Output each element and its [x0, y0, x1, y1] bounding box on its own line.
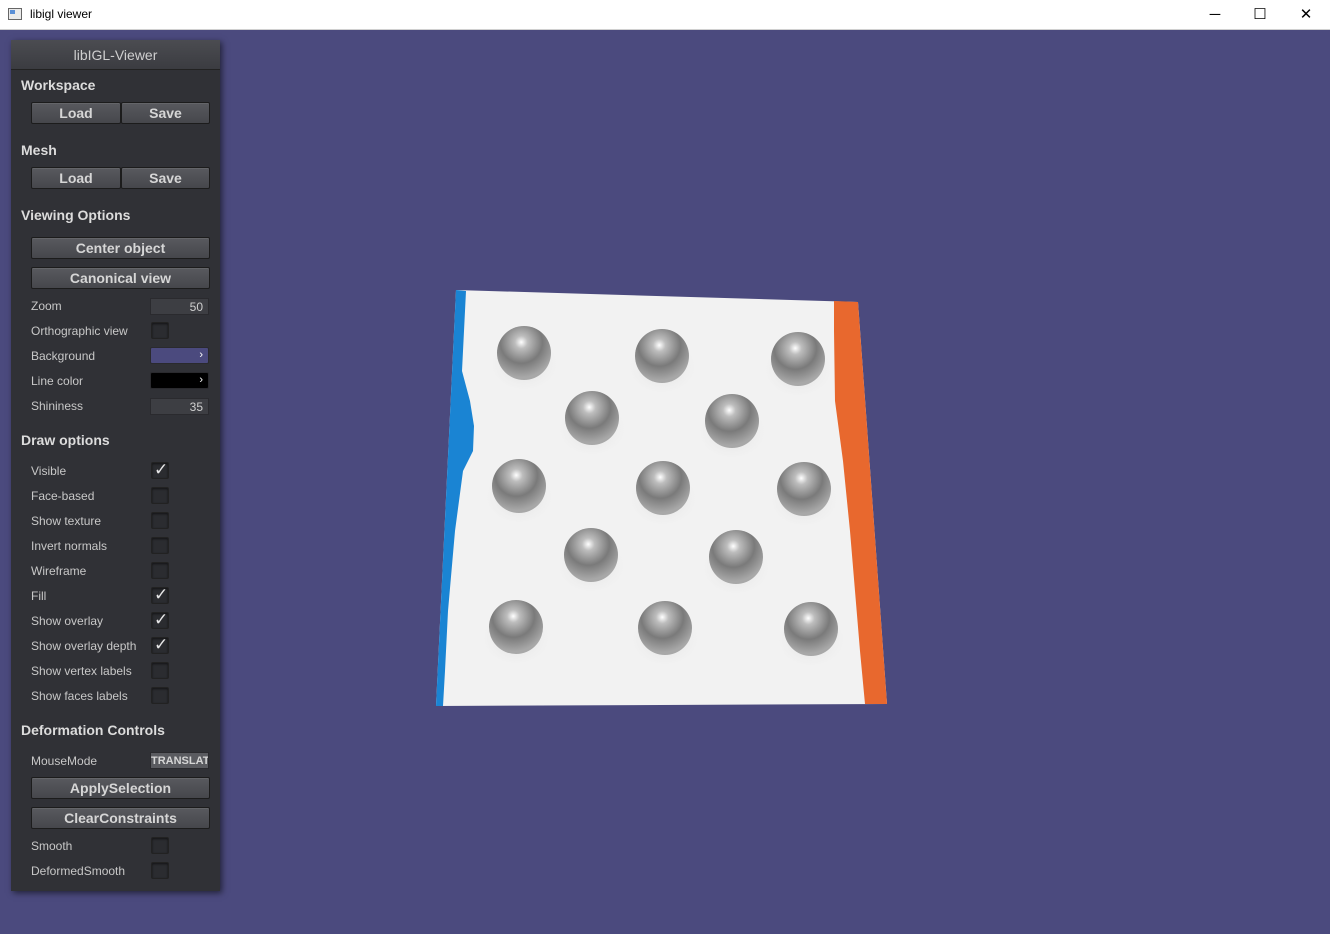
workspace-save-button[interactable]: Save: [121, 102, 210, 124]
show-texture-checkbox[interactable]: [151, 512, 169, 529]
show-overlay-depth-label: Show overlay depth: [31, 639, 137, 653]
check-icon: ✓: [154, 635, 169, 654]
check-icon: ✓: [154, 610, 169, 629]
shininess-label: Shininess: [31, 399, 84, 413]
maximize-button[interactable]: ☐: [1237, 0, 1283, 30]
background-color-picker[interactable]: ›: [150, 347, 209, 364]
window-title: libigl viewer: [30, 7, 93, 21]
show-faces-labels-label: Show faces labels: [31, 689, 128, 703]
chevron-right-icon: ›: [199, 374, 203, 386]
show-texture-label: Show texture: [31, 514, 102, 528]
deformed-smooth-checkbox[interactable]: [151, 862, 169, 879]
wireframe-label: Wireframe: [31, 564, 87, 578]
show-overlay-depth-checkbox[interactable]: ✓: [151, 635, 169, 654]
section-viewing-options: Viewing Options: [21, 207, 131, 223]
check-icon: ✓: [154, 585, 169, 604]
mousemode-label: MouseMode: [31, 754, 98, 768]
chevron-right-icon: ›: [199, 349, 203, 361]
show-overlay-checkbox[interactable]: ✓: [151, 610, 169, 629]
viewer-panel: libIGL-Viewer Workspace Load Save Mesh L…: [11, 40, 220, 891]
smooth-label: Smooth: [31, 839, 73, 853]
show-faces-labels-checkbox[interactable]: [151, 687, 169, 704]
zoom-input[interactable]: 50: [150, 298, 209, 315]
mesh-load-button[interactable]: Load: [31, 167, 121, 189]
mesh-bumps: [482, 326, 845, 665]
app-icon: [8, 8, 22, 20]
face-based-checkbox[interactable]: [151, 487, 169, 504]
center-object-button[interactable]: Center object: [31, 237, 210, 259]
workspace-load-button[interactable]: Load: [31, 102, 121, 124]
clear-constraints-button[interactable]: ClearConstraints: [31, 807, 210, 829]
fill-checkbox[interactable]: ✓: [151, 585, 169, 604]
show-vertex-labels-label: Show vertex labels: [31, 664, 132, 678]
section-mesh: Mesh: [21, 142, 57, 158]
invert-normals-checkbox[interactable]: [151, 537, 169, 554]
shininess-input[interactable]: 35: [150, 398, 209, 415]
show-vertex-labels-checkbox[interactable]: [151, 662, 169, 679]
close-button[interactable]: ✕: [1283, 0, 1329, 30]
apply-selection-button[interactable]: ApplySelection: [31, 777, 210, 799]
panel-title[interactable]: libIGL-Viewer: [11, 40, 220, 70]
section-draw-options: Draw options: [21, 432, 110, 448]
orthographic-checkbox[interactable]: [151, 322, 169, 339]
zoom-label: Zoom: [31, 299, 62, 313]
window-titlebar: libigl viewer ─ ☐ ✕: [0, 0, 1330, 30]
deformed-smooth-label: DeformedSmooth: [31, 864, 126, 878]
mesh-save-button[interactable]: Save: [121, 167, 210, 189]
minimize-button[interactable]: ─: [1192, 0, 1238, 30]
visible-label: Visible: [31, 464, 67, 478]
canonical-view-button[interactable]: Canonical view: [31, 267, 210, 289]
invert-normals-label: Invert normals: [31, 539, 108, 553]
line-color-picker[interactable]: ›: [150, 372, 209, 389]
wireframe-checkbox[interactable]: [151, 562, 169, 579]
visible-checkbox[interactable]: ✓: [151, 460, 169, 479]
smooth-checkbox[interactable]: [151, 837, 169, 854]
check-icon: ✓: [154, 460, 169, 479]
orthographic-label: Orthographic view: [31, 324, 128, 338]
background-label: Background: [31, 349, 96, 363]
section-workspace: Workspace: [21, 77, 96, 93]
line-color-label: Line color: [31, 374, 84, 388]
mousemode-select[interactable]: TRANSLATE: [150, 752, 209, 769]
fill-label: Fill: [31, 589, 47, 603]
section-deformation-controls: Deformation Controls: [21, 722, 165, 738]
face-based-label: Face-based: [31, 489, 95, 503]
show-overlay-label: Show overlay: [31, 614, 104, 628]
